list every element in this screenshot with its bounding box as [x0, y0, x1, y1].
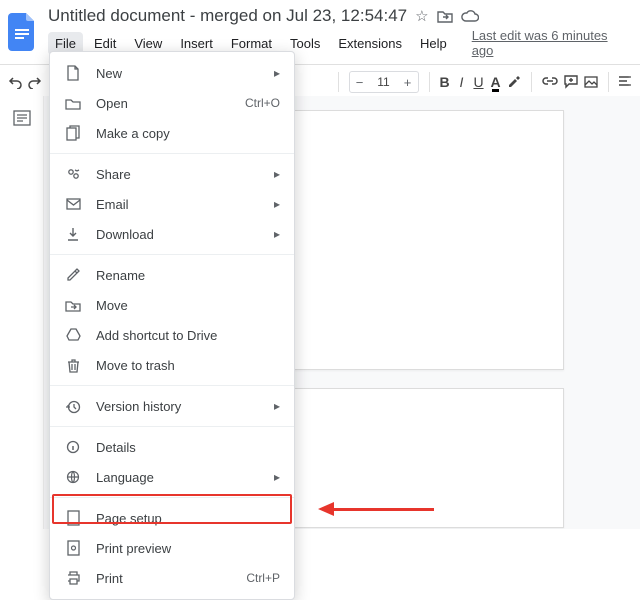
font-size-control[interactable]: − 11 + — [349, 71, 419, 93]
menu-extensions[interactable]: Extensions — [331, 32, 409, 55]
separator — [429, 72, 430, 92]
underline-button[interactable]: U — [473, 71, 484, 93]
submenu-arrow-icon: ▸ — [274, 470, 280, 484]
drive-shortcut-icon — [64, 328, 82, 342]
menu-item-share[interactable]: Share ▸ — [50, 159, 294, 189]
bold-button[interactable]: B — [439, 71, 450, 93]
left-sidebar — [0, 96, 44, 529]
separator — [531, 72, 532, 92]
menu-item-move[interactable]: Move — [50, 290, 294, 320]
label: Print preview — [96, 541, 280, 556]
menu-item-print[interactable]: Print Ctrl+P — [50, 563, 294, 593]
text-color-button[interactable]: A — [490, 71, 501, 93]
label: Version history — [96, 399, 260, 414]
label: Language — [96, 470, 260, 485]
label: Move — [96, 298, 280, 313]
star-icon[interactable]: ☆ — [415, 7, 428, 25]
submenu-arrow-icon: ▸ — [274, 66, 280, 80]
label: Page setup — [96, 511, 280, 526]
label: Print — [96, 571, 232, 586]
italic-button[interactable]: I — [456, 71, 467, 93]
download-icon — [64, 227, 82, 242]
menu-item-details[interactable]: Details — [50, 432, 294, 462]
label: Open — [96, 96, 231, 111]
undo-button[interactable] — [8, 71, 22, 93]
menu-item-new[interactable]: New ▸ — [50, 58, 294, 88]
submenu-arrow-icon: ▸ — [274, 167, 280, 181]
folder-open-icon — [64, 97, 82, 110]
globe-icon — [64, 470, 82, 484]
trash-icon — [64, 358, 82, 373]
file-menu-dropdown: New ▸ Open Ctrl+O Make a copy Share ▸ Em… — [49, 51, 295, 600]
menu-item-open[interactable]: Open Ctrl+O — [50, 88, 294, 118]
add-comment-button[interactable] — [564, 71, 578, 93]
label: Move to trash — [96, 358, 280, 373]
last-edit-link[interactable]: Last edit was 6 minutes ago — [472, 28, 630, 58]
menu-help[interactable]: Help — [413, 32, 454, 55]
copy-icon — [64, 125, 82, 141]
menu-item-move-trash[interactable]: Move to trash — [50, 350, 294, 380]
insert-link-button[interactable] — [542, 71, 558, 93]
submenu-arrow-icon: ▸ — [274, 399, 280, 413]
document-title[interactable]: Untitled document - merged on Jul 23, 12… — [48, 6, 407, 26]
outline-icon[interactable] — [13, 110, 31, 126]
label: Download — [96, 227, 260, 242]
submenu-arrow-icon: ▸ — [274, 227, 280, 241]
label: Make a copy — [96, 126, 280, 141]
menu-item-print-preview[interactable]: Print preview — [50, 533, 294, 563]
label: Share — [96, 167, 260, 182]
label: Email — [96, 197, 260, 212]
font-size-decrease[interactable]: − — [350, 75, 370, 90]
move-icon — [64, 299, 82, 312]
label: Details — [96, 440, 280, 455]
info-icon — [64, 440, 82, 454]
file-icon — [64, 65, 82, 81]
menu-item-language[interactable]: Language ▸ — [50, 462, 294, 492]
docs-app-icon[interactable] — [8, 13, 38, 51]
history-icon — [64, 399, 82, 414]
menu-item-email[interactable]: Email ▸ — [50, 189, 294, 219]
menu-item-version-history[interactable]: Version history ▸ — [50, 391, 294, 421]
separator — [608, 72, 609, 92]
shortcut: Ctrl+P — [246, 571, 280, 585]
email-icon — [64, 198, 82, 210]
label: Add shortcut to Drive — [96, 328, 280, 343]
rename-icon — [64, 268, 82, 282]
highlight-button[interactable] — [507, 71, 521, 93]
label: Rename — [96, 268, 280, 283]
submenu-arrow-icon: ▸ — [274, 197, 280, 211]
menu-item-make-copy[interactable]: Make a copy — [50, 118, 294, 148]
shortcut: Ctrl+O — [245, 96, 280, 110]
insert-image-button[interactable] — [584, 71, 598, 93]
share-icon — [64, 167, 82, 181]
move-folder-icon[interactable] — [437, 9, 453, 23]
separator — [338, 72, 339, 92]
menu-item-rename[interactable]: Rename — [50, 260, 294, 290]
menu-item-add-shortcut[interactable]: Add shortcut to Drive — [50, 320, 294, 350]
label: New — [96, 66, 260, 81]
menu-item-download[interactable]: Download ▸ — [50, 219, 294, 249]
font-size-value[interactable]: 11 — [370, 75, 398, 89]
cloud-status-icon[interactable] — [461, 10, 479, 22]
print-preview-icon — [64, 540, 82, 556]
print-icon — [64, 571, 82, 585]
font-size-increase[interactable]: + — [398, 75, 418, 90]
page-setup-icon — [64, 510, 82, 526]
redo-button[interactable] — [28, 71, 42, 93]
